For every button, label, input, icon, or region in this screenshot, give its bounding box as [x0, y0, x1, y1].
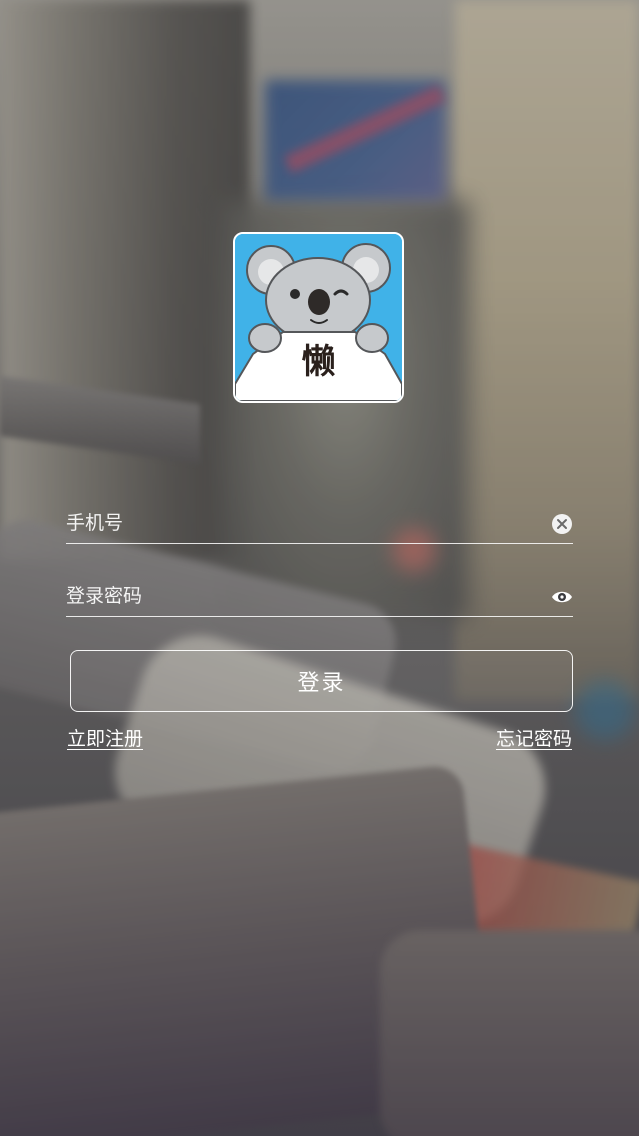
- forgot-password-link[interactable]: 忘记密码: [496, 724, 572, 751]
- password-input[interactable]: [66, 576, 536, 616]
- password-field: [66, 576, 573, 617]
- eye-icon[interactable]: [551, 586, 573, 608]
- phone-input[interactable]: [66, 503, 536, 543]
- login-button[interactable]: 登录: [70, 650, 573, 712]
- login-button-label: 登录: [297, 671, 346, 696]
- login-screen: 懒 登录 立即注册 忘记密码: [0, 0, 639, 1136]
- app-logo: 懒: [233, 232, 404, 403]
- phone-field: [66, 503, 573, 544]
- register-link[interactable]: 立即注册: [67, 724, 143, 751]
- clear-circle-icon[interactable]: [551, 513, 573, 535]
- logo-text: 懒: [301, 342, 336, 382]
- background-overlay: [0, 0, 639, 1136]
